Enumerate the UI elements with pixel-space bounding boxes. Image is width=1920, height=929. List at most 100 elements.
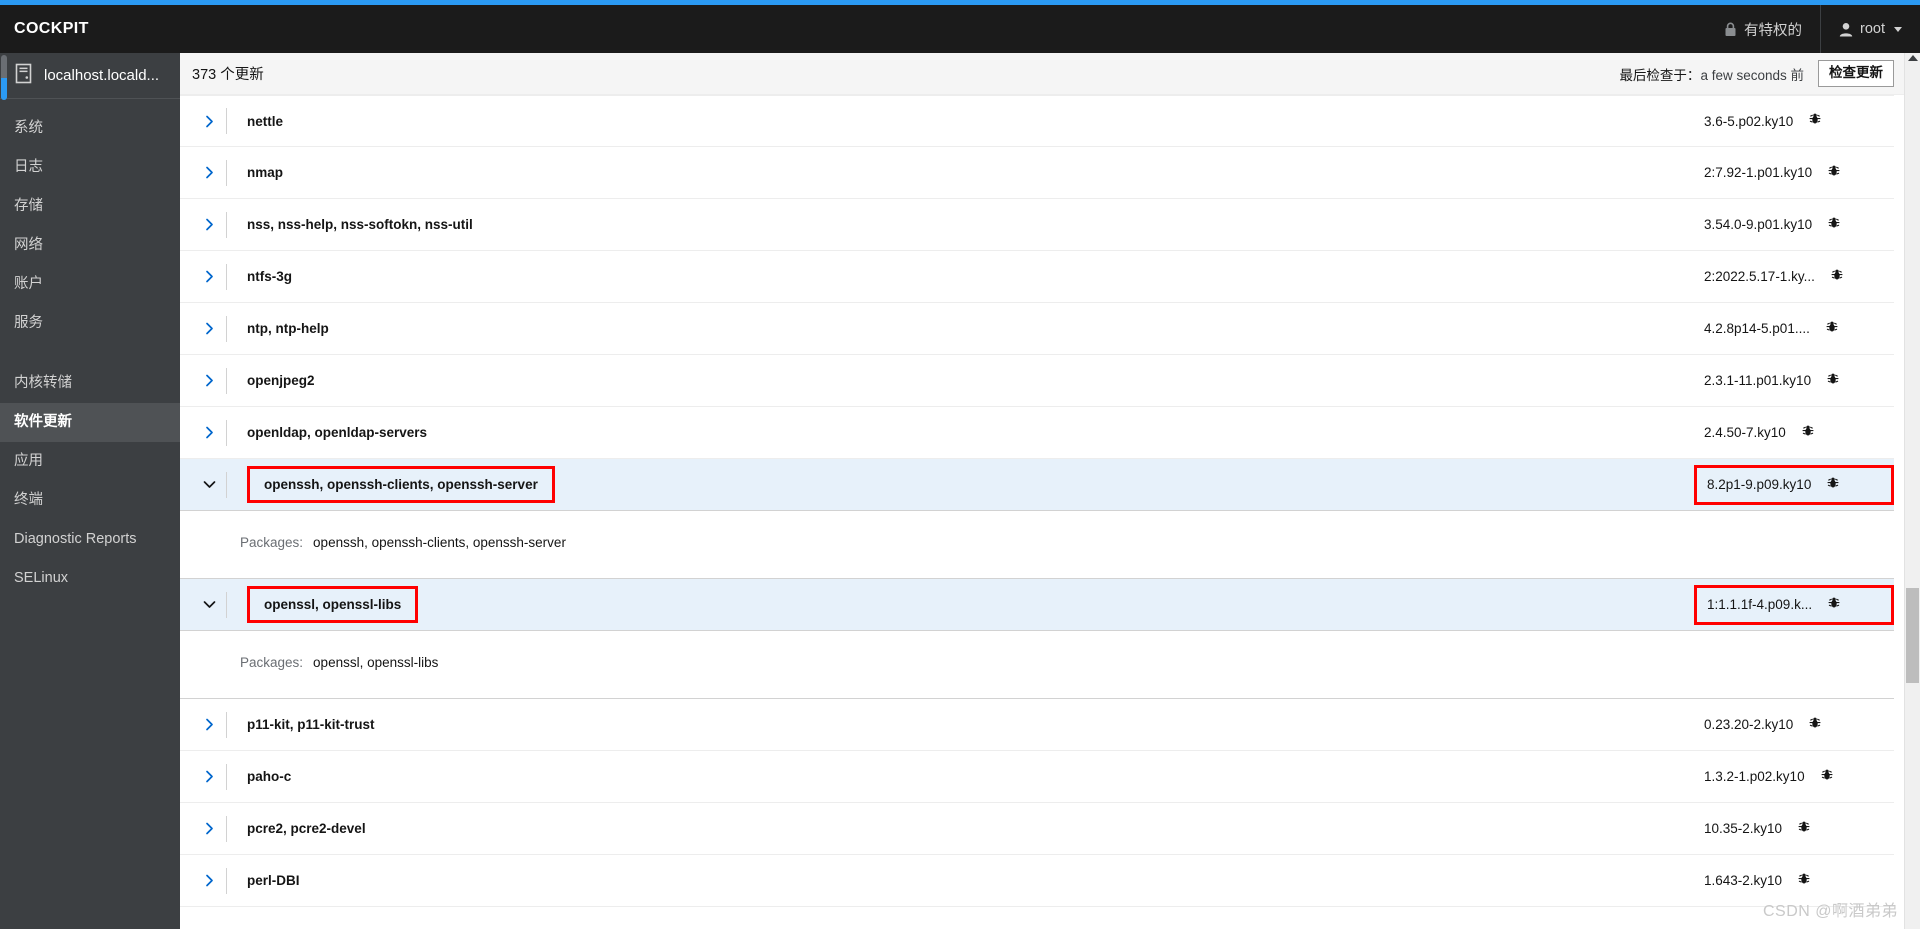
sidebar-item-label: 网络 xyxy=(14,237,43,253)
package-name-cell: ntp, ntp-help xyxy=(226,303,1694,354)
chevron-right-icon[interactable] xyxy=(192,770,226,783)
package-name-cell: paho-c xyxy=(226,751,1694,802)
version-cell: 1.643-2.ky10 xyxy=(1694,872,1894,890)
package-name: ntfs-3g xyxy=(247,269,292,284)
chevron-right-icon[interactable] xyxy=(192,218,226,231)
chevron-right-icon[interactable] xyxy=(192,822,226,835)
package-name-cell: ntfs-3g xyxy=(226,251,1694,302)
package-version: 2.3.1-11.p01.ky10 xyxy=(1704,373,1812,388)
bug-icon xyxy=(1809,716,1821,734)
masthead: COCKPIT 有特权的 root xyxy=(0,5,1920,53)
table-row[interactable]: ntfs-3g 2:2022.5.17-1.ky... xyxy=(180,251,1894,303)
host-selector[interactable]: localhost.locald... xyxy=(0,53,180,99)
bug-icon xyxy=(1826,320,1838,338)
version-cell: 1.3.2-1.p02.ky10 xyxy=(1694,768,1894,786)
sidebar-item-9[interactable]: 终端 xyxy=(0,481,180,520)
chevron-down-icon[interactable] xyxy=(192,479,226,490)
row-detail-panel: Packages: openssh, openssh-clients, opens… xyxy=(180,511,1894,579)
package-version: 10.35-2.ky10 xyxy=(1704,821,1783,836)
table-row[interactable]: ntp, ntp-help 4.2.8p14-5.p01.... xyxy=(180,303,1894,355)
privileged-label: 有特权的 xyxy=(1744,22,1802,39)
chevron-right-icon[interactable] xyxy=(192,374,226,387)
sidebar-item-label: 服务 xyxy=(14,315,43,331)
sidebar-item-5[interactable]: 服务 xyxy=(0,304,180,343)
package-name: paho-c xyxy=(247,769,292,784)
updates-row-list: nettle 3.6-5.p02.ky10 nmap 2:7.92-1.p01.ky1… xyxy=(180,95,1920,907)
bug-icon xyxy=(1827,476,1839,494)
version-cell: 3.54.0-9.p01.ky10 xyxy=(1694,216,1894,234)
cell-divider xyxy=(226,263,227,290)
updates-table: nettle 3.6-5.p02.ky10 nmap 2:7.92-1.p01.ky1… xyxy=(180,95,1920,929)
chevron-right-icon[interactable] xyxy=(192,166,226,179)
version-cell: 0.23.20-2.ky10 xyxy=(1694,716,1894,734)
sidebar-item-8[interactable]: 应用 xyxy=(0,442,180,481)
package-name-cell: nettle xyxy=(226,96,1694,146)
package-name-cell: perl-DBI xyxy=(226,855,1694,906)
bug-icon xyxy=(1831,268,1843,286)
chevron-right-icon[interactable] xyxy=(192,718,226,731)
package-name: openssh, openssh-clients, openssh-server xyxy=(247,465,555,504)
package-name: perl-DBI xyxy=(247,873,300,888)
version-cell: 10.35-2.ky10 xyxy=(1694,820,1894,838)
packages-label: Packages: xyxy=(240,655,304,670)
user-menu[interactable]: root xyxy=(1820,5,1920,53)
table-row[interactable]: pcre2, pcre2-devel 10.35-2.ky10 xyxy=(180,803,1894,855)
sidebar-item-1[interactable]: 日志 xyxy=(0,148,180,187)
sidebar-item-7[interactable]: 软件更新 xyxy=(0,403,180,442)
cell-divider xyxy=(226,591,227,618)
package-version: 4.2.8p14-5.p01.... xyxy=(1704,321,1810,336)
table-row[interactable]: openssl, openssl-libs 1:1.1.1f-4.p09.k... xyxy=(180,579,1894,631)
package-name: p11-kit, p11-kit-trust xyxy=(247,717,375,732)
package-version: 3.54.0-9.p01.ky10 xyxy=(1704,217,1813,232)
package-name: nettle xyxy=(247,113,284,129)
sidebar-item-label: 日志 xyxy=(14,159,43,175)
sidebar-item-3[interactable]: 网络 xyxy=(0,226,180,265)
package-name-cell: nmap xyxy=(226,147,1694,198)
sidebar-item-label: 内核转储 xyxy=(14,375,72,391)
bug-icon xyxy=(1827,372,1839,390)
chevron-right-icon[interactable] xyxy=(192,426,226,439)
server-icon xyxy=(14,63,33,88)
sidebar-scrollbar[interactable] xyxy=(1,55,7,100)
privileged-indicator[interactable]: 有特权的 xyxy=(1706,5,1820,53)
sidebar-item-4[interactable]: 账户 xyxy=(0,265,180,304)
package-version: 1:1.1.1f-4.p09.k... xyxy=(1707,597,1813,612)
table-row[interactable]: p11-kit, p11-kit-trust 0.23.20-2.ky10 xyxy=(180,699,1894,751)
table-row[interactable]: nss, nss-help, nss-softokn, nss-util 3.54… xyxy=(180,199,1894,251)
version-cell: 2:7.92-1.p01.ky10 xyxy=(1694,164,1894,182)
table-row[interactable]: nettle 3.6-5.p02.ky10 xyxy=(180,95,1894,147)
chevron-right-icon[interactable] xyxy=(192,874,226,887)
sidebar-item-6[interactable]: 内核转储 xyxy=(0,364,180,403)
package-version: 3.6-5.p02.ky10 xyxy=(1704,113,1794,129)
package-version: 2:2022.5.17-1.ky... xyxy=(1704,269,1815,284)
sidebar-item-0[interactable]: 系统 xyxy=(0,109,180,148)
table-row[interactable]: nmap 2:7.92-1.p01.ky10 xyxy=(180,147,1894,199)
table-row[interactable]: perl-DBI 1.643-2.ky10 xyxy=(180,855,1894,907)
packages-label: Packages: xyxy=(240,535,304,550)
package-name-cell: p11-kit, p11-kit-trust xyxy=(226,699,1694,750)
table-row[interactable]: openssh, openssh-clients, openssh-server… xyxy=(180,459,1894,511)
sidebar-item-2[interactable]: 存储 xyxy=(0,187,180,226)
scroll-up-arrow-icon[interactable] xyxy=(1908,55,1918,61)
chevron-down-icon[interactable] xyxy=(192,599,226,610)
check-updates-button[interactable]: 检查更新 xyxy=(1818,60,1894,87)
package-name: nss, nss-help, nss-softokn, nss-util xyxy=(247,217,473,232)
bug-icon xyxy=(1828,164,1840,182)
bug-icon xyxy=(1802,424,1814,442)
chevron-right-icon[interactable] xyxy=(192,322,226,335)
masthead-actions: 有特权的 root xyxy=(1706,5,1920,53)
table-row[interactable]: openldap, openldap-servers 2.4.50-7.ky10 xyxy=(180,407,1894,459)
chevron-right-icon[interactable] xyxy=(192,115,226,128)
brand-logo[interactable]: COCKPIT xyxy=(0,20,89,38)
bug-icon xyxy=(1828,596,1840,614)
sidebar-item-11[interactable]: SELinux xyxy=(0,559,180,598)
chevron-right-icon[interactable] xyxy=(192,270,226,283)
cell-divider xyxy=(226,315,227,342)
sidebar-item-10[interactable]: Diagnostic Reports xyxy=(0,520,180,559)
page-scrollbar[interactable] xyxy=(1904,53,1920,929)
table-row[interactable]: paho-c 1.3.2-1.p02.ky10 xyxy=(180,751,1894,803)
package-version: 0.23.20-2.ky10 xyxy=(1704,717,1794,732)
sidebar-item-label: 软件更新 xyxy=(14,414,72,430)
scrollbar-thumb[interactable] xyxy=(1906,588,1919,683)
table-row[interactable]: openjpeg2 2.3.1-11.p01.ky10 xyxy=(180,355,1894,407)
